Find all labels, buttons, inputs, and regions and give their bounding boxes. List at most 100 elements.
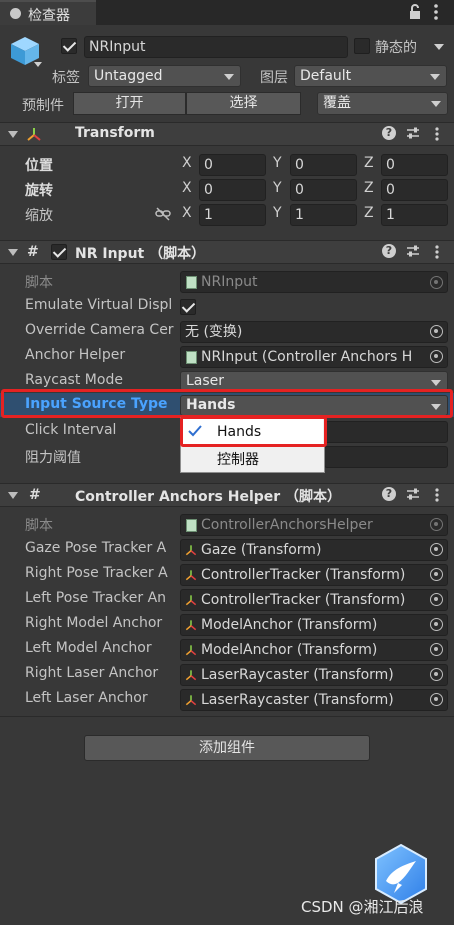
transform-header[interactable]: Transform ? [0, 122, 454, 146]
anchor-row-label: Left Pose Tracker An [25, 590, 167, 606]
nrinput-header[interactable]: # NR Input （脚本） ? [0, 240, 454, 264]
prefab-open-button[interactable]: 打开 [73, 92, 186, 115]
object-picker-icon[interactable] [430, 693, 443, 706]
anchor-row-label: Left Model Anchor [25, 640, 152, 656]
preset-sliders-icon[interactable] [406, 244, 420, 258]
transform-axes-icon [185, 645, 197, 656]
anchor-row-field[interactable]: ControllerTracker (Transform) [180, 589, 448, 611]
object-picker-icon[interactable] [430, 325, 443, 338]
add-component-button[interactable]: 添加组件 [84, 735, 370, 761]
component-menu-icon[interactable] [433, 244, 441, 260]
icon-dropdown-arrow[interactable] [34, 62, 42, 67]
tag-label: 标签 [52, 70, 80, 86]
object-picker-icon[interactable] [430, 618, 443, 631]
click-interval-label: Click Interval [25, 422, 117, 438]
anchor-helper-field[interactable]: NRInput (Controller Anchors H [180, 346, 448, 368]
foldout-arrow-icon[interactable] [8, 492, 18, 499]
preset-sliders-icon[interactable] [406, 487, 420, 501]
script-file-icon [186, 519, 197, 532]
rotation-z-label: Z [364, 180, 374, 196]
object-picker-icon[interactable] [430, 350, 443, 363]
anchor-row-value: Gaze (Transform) [201, 542, 322, 558]
scale-x-label: X [182, 205, 192, 221]
anchor-row-value: LaserRaycaster (Transform) [201, 692, 394, 708]
emulate-checkbox[interactable] [180, 299, 196, 315]
help-icon[interactable]: ? [382, 487, 396, 501]
override-camera-field[interactable]: 无 (变换) [180, 321, 448, 343]
anchor-row-field[interactable]: LaserRaycaster (Transform) [180, 664, 448, 686]
component-menu-icon[interactable] [433, 487, 441, 503]
rotation-x-label: X [182, 180, 192, 196]
object-picker-icon[interactable] [430, 543, 443, 556]
object-picker-icon[interactable] [430, 593, 443, 606]
object-active-checkbox[interactable] [61, 38, 77, 54]
override-label: 覆盖 [323, 95, 351, 111]
damping-threshold-field[interactable] [324, 446, 448, 468]
preset-sliders-icon[interactable] [406, 126, 420, 140]
transform-axes-icon [185, 595, 197, 606]
component-menu-icon[interactable] [433, 126, 441, 142]
script-file-icon [186, 276, 197, 289]
raycast-mode-label: Raycast Mode [25, 372, 123, 388]
layer-dropdown[interactable]: Default [294, 65, 447, 87]
rotation-y-field[interactable]: 0 [290, 179, 357, 201]
anchor-row-field[interactable]: ControllerTracker (Transform) [180, 564, 448, 586]
position-y-label: Y [273, 155, 282, 171]
raycast-mode-dropdown[interactable]: Laser [180, 371, 448, 391]
raycast-mode-value: Laser [186, 373, 225, 389]
static-checkbox[interactable] [354, 38, 370, 54]
tag-dropdown[interactable]: Untagged [88, 65, 241, 87]
rotation-x-field[interactable]: 0 [199, 179, 266, 201]
prefab-select-button[interactable]: 选择 [186, 92, 301, 115]
transform-axes-icon [185, 570, 197, 581]
position-z-field[interactable]: 0 [381, 154, 448, 176]
rotation-z-field[interactable]: 0 [381, 179, 448, 201]
scale-z-field[interactable]: 1 [381, 204, 448, 226]
object-picker-icon[interactable] [430, 668, 443, 681]
anchors-title: Controller Anchors Helper （脚本） [75, 489, 342, 505]
anchor-row-field[interactable]: LaserRaycaster (Transform) [180, 689, 448, 711]
more-menu-icon[interactable] [431, 3, 441, 21]
prefab-label: 预制件 [22, 98, 64, 114]
transform-axes-icon [27, 128, 41, 141]
scale-y-field[interactable]: 1 [290, 204, 357, 226]
anchors-script-field: ControllerAnchorsHelper [180, 514, 448, 536]
chevron-down-icon [431, 380, 441, 386]
position-y-field[interactable]: 0 [290, 154, 357, 176]
object-name-input[interactable]: NRInput [84, 36, 348, 58]
red-highlight-box [1, 389, 453, 418]
help-icon[interactable]: ? [382, 244, 396, 258]
nrinput-enabled-checkbox[interactable] [51, 244, 67, 260]
transform-axes-icon [185, 695, 197, 706]
anchors-header[interactable]: # Controller Anchors Helper （脚本） ? [0, 483, 454, 507]
foldout-arrow-icon[interactable] [8, 249, 18, 256]
script-hash-icon: # [29, 487, 41, 503]
tab-inspector[interactable]: 检查器 [0, 0, 96, 25]
popup-option-controller[interactable]: 控制器 [217, 449, 259, 469]
prefab-override-dropdown[interactable]: 覆盖 [317, 92, 448, 115]
object-picker-icon [430, 518, 443, 531]
position-x-field[interactable]: 0 [199, 154, 266, 176]
anchor-row-field[interactable]: Gaze (Transform) [180, 539, 448, 561]
anchors-script-value: ControllerAnchorsHelper [201, 517, 373, 533]
tab-label: 检查器 [28, 8, 70, 24]
object-picker-icon[interactable] [430, 568, 443, 581]
help-icon[interactable]: ? [382, 126, 396, 140]
object-picker-icon[interactable] [430, 643, 443, 656]
nrinput-script-field: NRInput [180, 271, 448, 293]
anchor-row-field[interactable]: ModelAnchor (Transform) [180, 639, 448, 661]
static-dropdown-arrow[interactable] [434, 44, 444, 50]
lock-icon[interactable] [407, 4, 423, 20]
watermark-text: CSDN @湘江后浪 [301, 898, 424, 916]
scale-x-field[interactable]: 1 [199, 204, 266, 226]
foldout-arrow-icon[interactable] [8, 131, 18, 138]
script-hash-icon: # [27, 244, 39, 260]
link-icon[interactable] [155, 207, 171, 221]
anchor-row-field[interactable]: ModelAnchor (Transform) [180, 614, 448, 636]
anchor-row-value: ControllerTracker (Transform) [201, 592, 406, 608]
click-interval-field[interactable] [324, 421, 448, 443]
chevron-down-icon [224, 74, 234, 80]
anchor-row-value: ModelAnchor (Transform) [201, 617, 378, 633]
emulate-label: Emulate Virtual Displ [25, 297, 173, 313]
layer-value: Default [300, 68, 352, 84]
